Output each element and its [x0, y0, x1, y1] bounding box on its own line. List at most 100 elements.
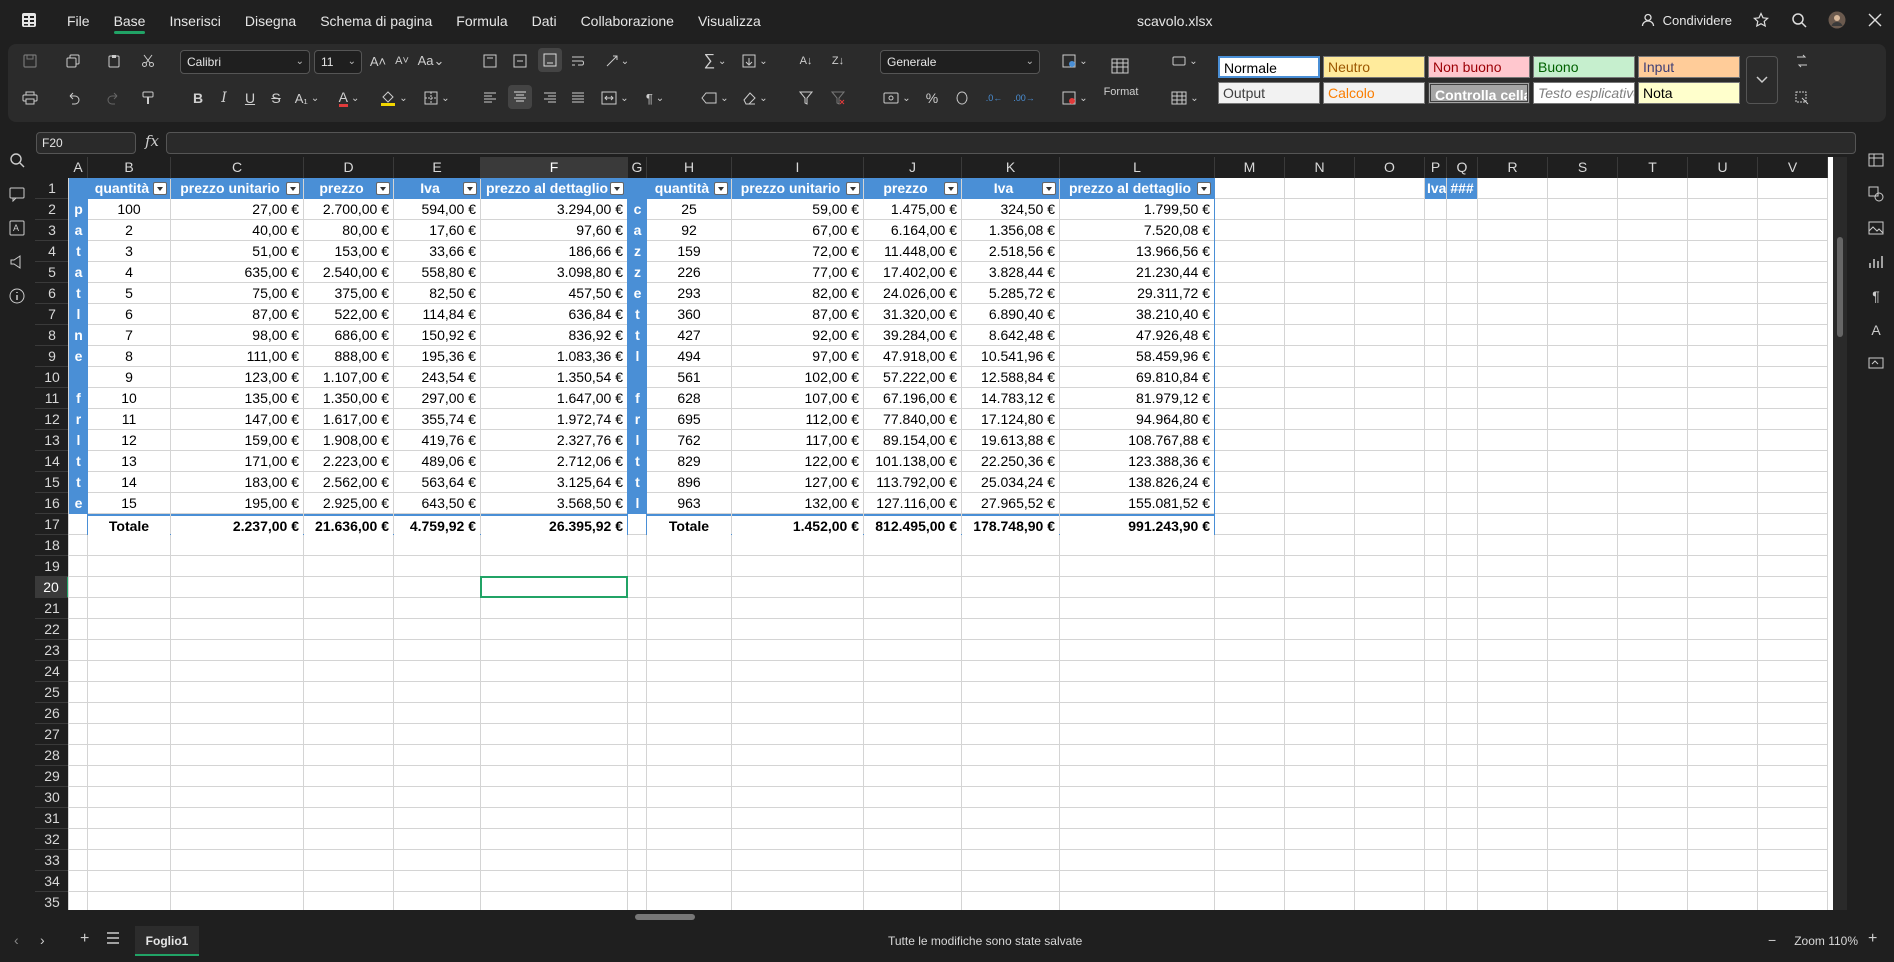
table-cell[interactable]: 324,50 €: [962, 199, 1059, 220]
table-cell[interactable]: 2.925,00 €: [304, 493, 393, 514]
row-header[interactable]: 1: [35, 178, 69, 199]
total-cell[interactable]: 2.237,00 €: [171, 514, 303, 535]
align-middle-icon[interactable]: [510, 51, 530, 71]
table-cell[interactable]: 195,00 €: [171, 493, 303, 514]
table-cell[interactable]: 57.222,00 €: [864, 367, 961, 388]
table-cell[interactable]: 47.926,48 €: [1060, 325, 1214, 346]
filter-dropdown-icon[interactable]: [944, 182, 958, 195]
row-header[interactable]: 5: [35, 262, 69, 283]
column-header[interactable]: U: [1688, 157, 1758, 178]
table-cell[interactable]: 1.083,36 €: [481, 346, 627, 367]
table-cell[interactable]: 114,84 €: [394, 304, 480, 325]
styles-expand-icon[interactable]: [1746, 56, 1778, 104]
horizontal-scroll-thumb[interactable]: [635, 914, 695, 920]
style-neutro[interactable]: Neutro: [1323, 56, 1425, 78]
number-format-select[interactable]: Generale ⌄: [880, 50, 1040, 74]
table-cell[interactable]: 69.810,84 €: [1060, 367, 1214, 388]
row-header[interactable]: 28: [35, 745, 69, 766]
table-cell[interactable]: 594,00 €: [394, 199, 480, 220]
close-window-button[interactable]: [1856, 0, 1894, 40]
style-input[interactable]: Input: [1638, 56, 1740, 78]
table-cell[interactable]: 132,00 €: [732, 493, 863, 514]
table-cell[interactable]: 29.311,72 €: [1060, 283, 1214, 304]
row-header[interactable]: 25: [35, 682, 69, 703]
subscript-icon[interactable]: A₁ ⌄: [290, 88, 324, 108]
table-cell[interactable]: 3.125,64 €: [481, 472, 627, 493]
table-cell[interactable]: 82,50 €: [394, 283, 480, 304]
name-box[interactable]: F20: [36, 132, 136, 154]
filter-icon[interactable]: [796, 88, 816, 108]
column-header[interactable]: E: [394, 157, 481, 178]
table-cell[interactable]: 13.966,56 €: [1060, 241, 1214, 262]
table-cell[interactable]: 87,00 €: [732, 304, 863, 325]
table-cell[interactable]: 419,76 €: [394, 430, 480, 451]
total-cell[interactable]: 4.759,92 €: [394, 514, 480, 535]
comment-icon[interactable]: [7, 184, 27, 204]
decrease-font-icon[interactable]: A˅: [392, 51, 412, 71]
cell-styles-icon[interactable]: ⌄: [1168, 51, 1202, 71]
table-cell[interactable]: 92,00 €: [732, 325, 863, 346]
justify-icon[interactable]: [568, 88, 588, 108]
selected-cell-f20[interactable]: [480, 576, 628, 598]
table-cell[interactable]: 3.098,80 €: [481, 262, 627, 283]
table-cell[interactable]: 147,00 €: [171, 409, 303, 430]
table-cell[interactable]: 3.828,44 €: [962, 262, 1059, 283]
table-cell[interactable]: 636,84 €: [481, 304, 627, 325]
zoom-out-icon[interactable]: −: [1768, 932, 1784, 948]
table-cell[interactable]: 123,00 €: [171, 367, 303, 388]
format-painter-icon[interactable]: [138, 88, 158, 108]
table-cell[interactable]: 355,74 €: [394, 409, 480, 430]
table-cell[interactable]: 14.783,12 €: [962, 388, 1059, 409]
table-cell[interactable]: 1.908,00 €: [304, 430, 393, 451]
fx-icon[interactable]: fx: [145, 132, 159, 150]
table-cell[interactable]: 375,00 €: [304, 283, 393, 304]
table-cell[interactable]: 10.541,96 €: [962, 346, 1059, 367]
table-cell[interactable]: 1.475,00 €: [864, 199, 961, 220]
row-header[interactable]: 27: [35, 724, 69, 745]
table-cell[interactable]: 112,00 €: [732, 409, 863, 430]
menu-file[interactable]: File: [55, 0, 102, 40]
column-header[interactable]: A: [69, 157, 88, 178]
excel-app-icon[interactable]: [15, 6, 43, 34]
horizontal-scrollbar[interactable]: [35, 910, 1847, 924]
formula-input[interactable]: [166, 132, 1856, 154]
user-avatar[interactable]: [1818, 0, 1856, 40]
row-header[interactable]: 14: [35, 451, 69, 472]
table-cell[interactable]: 77.840,00 €: [864, 409, 961, 430]
sort-ascending-icon[interactable]: A↓: [796, 51, 816, 71]
table-cell[interactable]: 77,00 €: [732, 262, 863, 283]
font-size-select[interactable]: 11 ⌄: [314, 50, 362, 74]
table-cell[interactable]: 9: [88, 367, 170, 388]
insert-delete-icon[interactable]: ⌄: [1058, 88, 1092, 108]
table-cell[interactable]: 558,80 €: [394, 262, 480, 283]
share-button[interactable]: Condividere: [1629, 0, 1742, 40]
align-center-icon[interactable]: [508, 85, 532, 109]
table-cell[interactable]: 135,00 €: [171, 388, 303, 409]
table-cell[interactable]: 111,00 €: [171, 346, 303, 367]
table-cell[interactable]: 127,00 €: [732, 472, 863, 493]
column-header[interactable]: S: [1548, 157, 1618, 178]
table-cell[interactable]: 19.613,88 €: [962, 430, 1059, 451]
table-cell[interactable]: 635,00 €: [171, 262, 303, 283]
style-output[interactable]: Output: [1218, 82, 1320, 104]
align-bottom-icon[interactable]: [538, 48, 562, 72]
table-cell[interactable]: 888,00 €: [304, 346, 393, 367]
format-icon[interactable]: [1110, 56, 1130, 76]
table-cell[interactable]: 1.107,00 €: [304, 367, 393, 388]
table-cell[interactable]: 7.520,08 €: [1060, 220, 1214, 241]
table-cell[interactable]: 896: [647, 472, 731, 493]
favorite-button[interactable]: [1742, 0, 1780, 40]
filter-dropdown-icon[interactable]: [846, 182, 860, 195]
table-cell[interactable]: 22.250,36 €: [962, 451, 1059, 472]
save-icon[interactable]: [20, 51, 40, 71]
table-cell[interactable]: 155.081,52 €: [1060, 493, 1214, 514]
total-cell[interactable]: 1.452,00 €: [732, 514, 863, 535]
table-cell[interactable]: 1.799,50 €: [1060, 199, 1214, 220]
table-header-cell[interactable]: prezzo unitario: [171, 178, 303, 199]
search-button[interactable]: [1780, 0, 1818, 40]
image-icon[interactable]: [1866, 218, 1886, 238]
row-header[interactable]: 15: [35, 472, 69, 493]
table-cell[interactable]: 297,00 €: [394, 388, 480, 409]
menu-disegna[interactable]: Disegna: [233, 0, 308, 40]
table-cell[interactable]: 17.124,80 €: [962, 409, 1059, 430]
